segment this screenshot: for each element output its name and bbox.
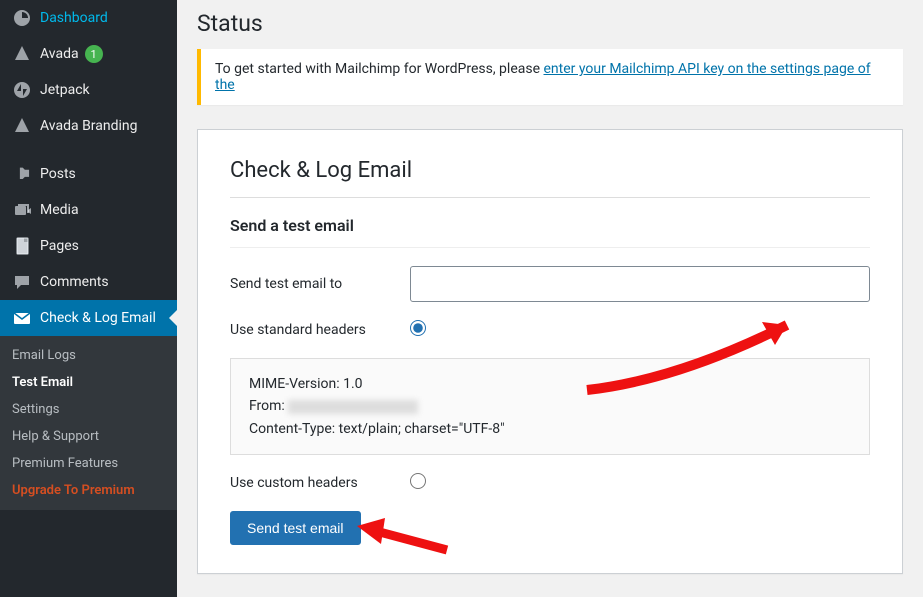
headers-mime: MIME-Version: 1.0 [249,373,851,395]
sidebar-item-label: Avada Branding [40,118,138,134]
submenu-item-test-email[interactable]: Test Email [0,369,177,396]
sidebar-item-avada-branding[interactable]: Avada Branding [0,108,177,144]
sidebar-item-label: Avada [40,46,79,62]
separator [230,197,870,198]
email-to-input[interactable] [410,266,870,302]
sidebar-item-posts[interactable]: Posts [0,156,177,192]
headers-preview: MIME-Version: 1.0 From: Content-Type: te… [230,358,870,455]
comment-icon [12,272,32,292]
row-custom-headers: Use custom headers [230,473,870,493]
submenu-item-premium-features[interactable]: Premium Features [0,450,177,477]
label-standard-headers: Use standard headers [230,322,410,338]
admin-sidebar: Dashboard Avada 1 Jetpack Avada Branding… [0,0,177,597]
sidebar-item-label: Dashboard [40,10,108,26]
submenu-item-settings[interactable]: Settings [0,396,177,423]
radio-custom-headers[interactable] [410,473,426,489]
sidebar-item-jetpack[interactable]: Jetpack [0,72,177,108]
row-standard-headers: Use standard headers [230,320,870,340]
sidebar-item-label: Jetpack [40,82,90,98]
notice-text: To get started with Mailchimp for WordPr… [215,61,544,77]
separator [230,247,870,248]
submenu: Email Logs Test Email Settings Help & Su… [0,336,177,510]
radio-standard-headers[interactable] [410,320,426,336]
sidebar-item-label: Check & Log Email [40,310,156,326]
sidebar-item-media[interactable]: Media [0,192,177,228]
update-badge: 1 [85,45,103,63]
page-icon [12,236,32,256]
mailchimp-notice: To get started with Mailchimp for WordPr… [197,49,903,105]
section-title: Send a test email [230,216,870,235]
sidebar-item-label: Media [40,202,79,218]
sidebar-item-label: Pages [40,238,79,254]
headers-from-prefix: From: [249,398,288,414]
sidebar-item-pages[interactable]: Pages [0,228,177,264]
dashboard-icon [12,8,32,28]
avada-icon [12,44,32,64]
panel-title: Check & Log Email [230,158,870,183]
avada-branding-icon [12,116,32,136]
mail-icon [12,308,32,328]
submenu-item-help-support[interactable]: Help & Support [0,423,177,450]
main-content: Status To get started with Mailchimp for… [177,0,923,597]
headers-content-type: Content-Type: text/plain; charset="UTF-8… [249,418,851,440]
sidebar-item-label: Comments [40,274,109,290]
sidebar-item-dashboard[interactable]: Dashboard [0,0,177,36]
sidebar-item-avada[interactable]: Avada 1 [0,36,177,72]
sidebar-item-check-log-email[interactable]: Check & Log Email [0,300,177,336]
panel: Check & Log Email Send a test email Send… [197,129,903,574]
sidebar-item-comments[interactable]: Comments [0,264,177,300]
row-email-to: Send test email to [230,266,870,302]
pin-icon [12,164,32,184]
send-test-email-button[interactable]: Send test email [230,511,361,545]
media-icon [12,200,32,220]
submenu-item-upgrade[interactable]: Upgrade To Premium [0,477,177,504]
submenu-item-email-logs[interactable]: Email Logs [0,342,177,369]
page-title: Status [197,10,903,37]
sidebar-item-label: Posts [40,166,76,182]
headers-from: From: [249,395,851,417]
jetpack-icon [12,80,32,100]
redacted-from [288,400,418,414]
label-email-to: Send test email to [230,276,410,292]
label-custom-headers: Use custom headers [230,475,410,491]
